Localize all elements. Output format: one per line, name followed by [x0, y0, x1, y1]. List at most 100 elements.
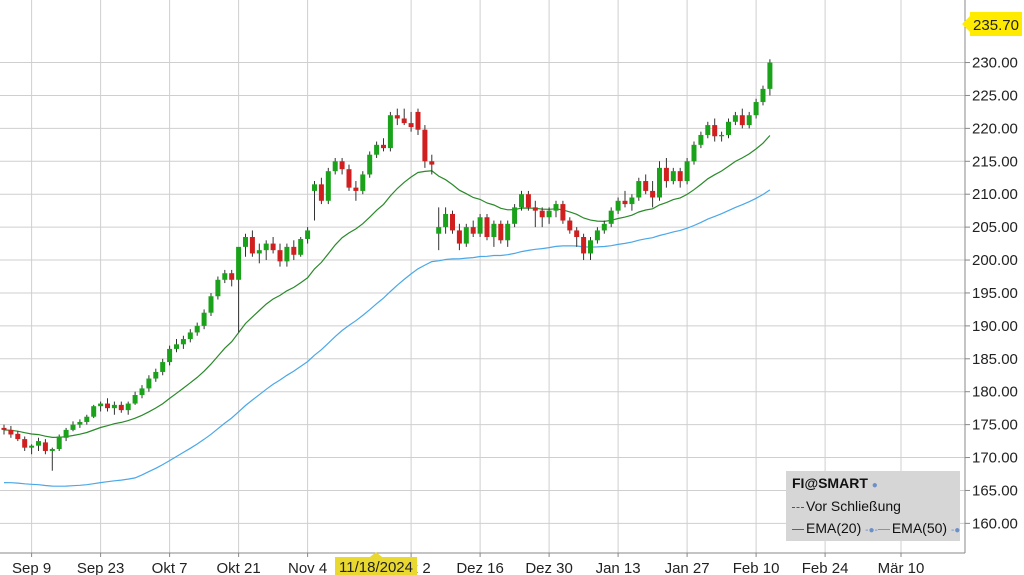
candle[interactable]: [684, 158, 690, 185]
crosshair-date-label: 11/18/2024: [339, 559, 413, 575]
candle-body: [519, 194, 524, 208]
candle[interactable]: [387, 111, 393, 152]
legend-box[interactable]: FI@SMART ● Vor Schließung EMA(20) -●- EMA…: [786, 471, 960, 541]
candle[interactable]: [91, 404, 97, 419]
ema50-settings-dot-icon[interactable]: -●: [951, 525, 960, 536]
candle[interactable]: [636, 177, 642, 201]
last-price-tag: 235.70: [962, 12, 1022, 36]
candle-body: [484, 217, 490, 237]
candle-body: [160, 362, 166, 372]
candle-body: [415, 111, 421, 130]
candle-body: [608, 210, 614, 224]
candle[interactable]: [360, 171, 366, 195]
candle-body: [622, 200, 628, 205]
candle[interactable]: [691, 141, 697, 165]
candle-body: [125, 403, 131, 411]
y-tick-label: 175.00: [972, 417, 1018, 434]
y-tick-label: 200.00: [972, 252, 1018, 269]
x-tick-label: Dez 30: [525, 560, 573, 575]
candle-body: [601, 223, 607, 231]
y-axis-ticks: 160.00 165.00 170.00 175.00 180.00 185.00 190.…: [965, 55, 1018, 532]
candle-body: [360, 174, 366, 191]
candle-body: [139, 388, 145, 395]
candle-body: [49, 448, 55, 451]
candle-body: [691, 144, 697, 162]
candle-body: [187, 332, 193, 340]
candle[interactable]: [325, 167, 331, 205]
candle-body: [291, 246, 297, 255]
candle-body: [201, 312, 207, 326]
candle[interactable]: [512, 204, 518, 228]
candle[interactable]: [450, 210, 455, 234]
candle-body: [367, 154, 373, 175]
y-tick-label: 205.00: [972, 219, 1018, 236]
x-tick-label: Jan 13: [596, 560, 641, 575]
ema20-settings-dot-icon[interactable]: -●-: [865, 525, 878, 536]
candle[interactable]: [560, 200, 566, 224]
candle-body: [270, 243, 276, 251]
candle-body: [546, 210, 552, 218]
legend-close-label: Vor Schließung: [806, 498, 901, 514]
candle[interactable]: [367, 151, 373, 178]
candle-body: [615, 200, 621, 211]
candle-body: [719, 134, 725, 137]
candle-body: [284, 246, 290, 262]
y-tick-label: 195.00: [972, 285, 1018, 302]
candle-body: [222, 273, 228, 280]
y-tick-label: 190.00: [972, 318, 1018, 335]
candle-body: [525, 194, 531, 208]
candle-body: [111, 404, 117, 409]
candle-body: [726, 121, 731, 135]
candle-body: [56, 436, 62, 449]
candle-body: [574, 230, 580, 237]
candle-body: [767, 62, 773, 89]
candle[interactable]: [477, 213, 483, 237]
candle-body: [408, 123, 414, 128]
legend-ema-entries: EMA(20) -●- EMA(50) -●: [792, 520, 960, 536]
candle-body: [394, 115, 400, 119]
candle[interactable]: [208, 292, 214, 316]
candle-body: [512, 207, 518, 224]
candle[interactable]: [215, 276, 221, 300]
candle-body: [346, 169, 352, 188]
candle[interactable]: [498, 220, 504, 244]
x-tick-label: Okt 21: [217, 560, 261, 575]
y-tick-label: 170.00: [972, 450, 1018, 467]
y-tick-label: 215.00: [972, 153, 1018, 170]
candle-body: [663, 167, 669, 182]
candle-body: [684, 161, 690, 182]
candle-body: [77, 421, 83, 425]
candle-body: [277, 250, 283, 262]
candle-body: [318, 184, 324, 201]
legend-title-dot-icon: ●: [871, 480, 878, 491]
candle[interactable]: [463, 223, 469, 247]
candle-body: [42, 442, 48, 451]
candle-body: [167, 348, 173, 363]
candle-body: [401, 118, 407, 124]
candle-body: [332, 161, 338, 172]
candle-body: [208, 296, 214, 313]
x-tick-label: Sep 9: [12, 560, 51, 575]
candle-body: [215, 279, 221, 297]
candle-body: [670, 171, 676, 182]
candle-body: [470, 227, 476, 234]
candle-body: [746, 115, 752, 126]
candle-body: [456, 230, 462, 244]
candle-body: [381, 144, 386, 149]
candle-body: [477, 217, 483, 234]
candle[interactable]: [298, 237, 304, 257]
candle-body: [581, 237, 587, 254]
candle-body: [436, 227, 442, 234]
x-tick-label: Sep 23: [77, 560, 125, 575]
crosshair-date-tag: 11/18/2024: [335, 552, 417, 575]
candle[interactable]: [484, 213, 490, 241]
candle-body: [84, 416, 90, 422]
candle[interactable]: [56, 434, 62, 451]
candle-body: [174, 344, 179, 349]
candle-body: [498, 223, 504, 241]
candle-body: [236, 246, 242, 280]
candle-body: [105, 403, 110, 409]
candle-body: [132, 395, 138, 404]
candle-body: [229, 273, 235, 280]
x-tick-label: Dez 16: [456, 560, 504, 575]
